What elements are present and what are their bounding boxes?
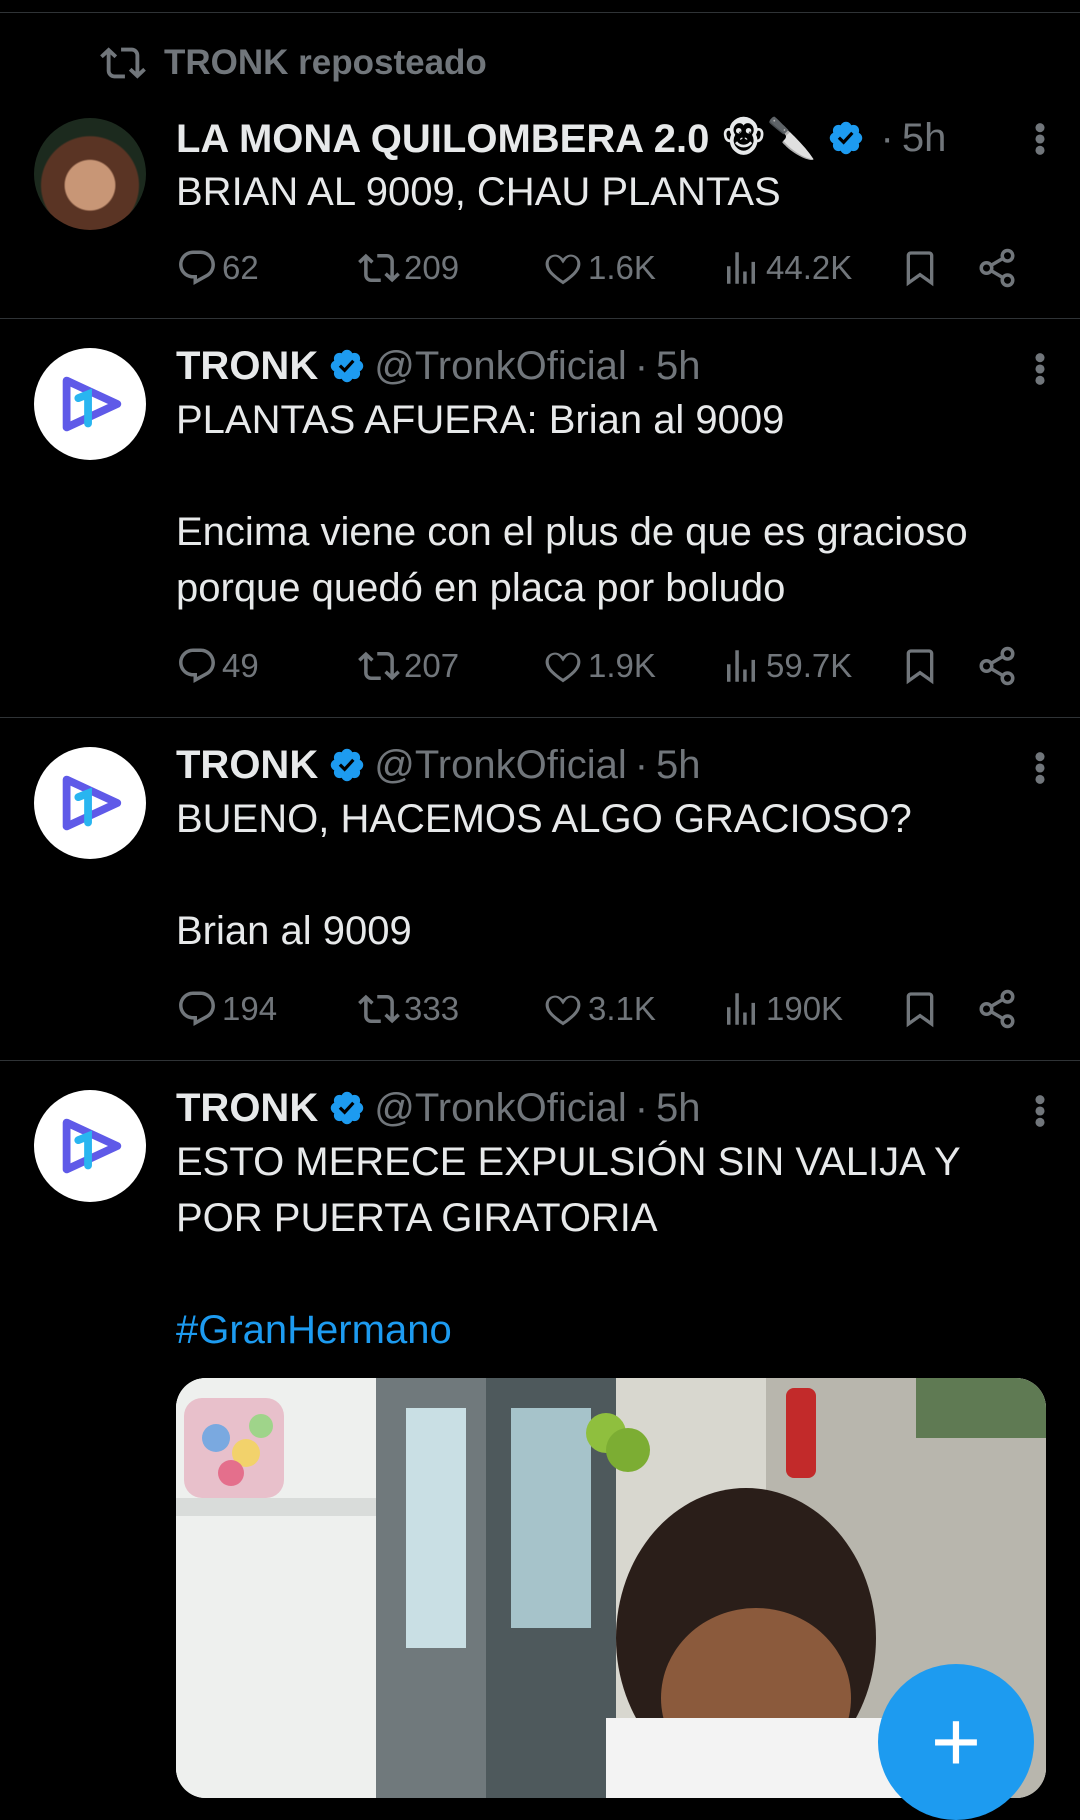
views-button[interactable]: 190K — [720, 988, 843, 1030]
avatar[interactable] — [34, 747, 146, 859]
retweet-count: 209 — [404, 249, 460, 286]
retweet-icon — [358, 994, 400, 1024]
share-icon[interactable] — [976, 988, 1018, 1030]
author-handle[interactable]: @TronkOficial — [374, 1086, 627, 1131]
author-handle[interactable]: @TronkOficial — [374, 344, 627, 389]
more-options-icon[interactable] — [1034, 352, 1046, 386]
like-count: 1.6K — [588, 249, 656, 286]
reply-button[interactable]: 62 — [176, 247, 259, 289]
timestamp[interactable]: 5h — [656, 743, 701, 788]
author-name[interactable]: LA MONA QUILOMBERA 2.0 🐵🔪 — [176, 115, 817, 162]
like-button[interactable]: 3.1K — [542, 988, 656, 1030]
verified-badge-icon — [829, 121, 862, 155]
bookmark-icon[interactable] — [900, 988, 940, 1030]
views-count: 190K — [766, 990, 844, 1027]
retweet-button[interactable]: 209 — [358, 247, 459, 289]
tweet-text: PLANTAS AFUERA: Brian al 9009 Encima vie… — [176, 398, 968, 610]
repost-label: TRONK reposteado — [164, 43, 487, 82]
author-name[interactable]: TRONK — [176, 344, 318, 389]
tweet[interactable]: TRONK @TronkOficial · 5h BUENO, HACEMOS … — [0, 717, 1080, 1061]
views-icon — [727, 650, 755, 682]
author-name[interactable]: TRONK — [176, 743, 318, 788]
heart-icon — [545, 995, 581, 1026]
timestamp[interactable]: 5h — [656, 344, 701, 389]
share-icon[interactable] — [976, 247, 1018, 289]
tronk-logo-icon — [62, 1118, 122, 1174]
reply-button[interactable]: 194 — [176, 988, 277, 1030]
plus-icon: + — [930, 1693, 982, 1790]
heart-icon — [545, 652, 581, 683]
more-options-icon[interactable] — [1034, 751, 1046, 785]
timestamp[interactable]: 5h — [656, 1086, 701, 1131]
heart-icon — [545, 254, 581, 285]
like-button[interactable]: 1.6K — [542, 247, 656, 289]
retweet-button[interactable]: 333 — [358, 988, 459, 1030]
reply-count: 49 — [222, 647, 259, 684]
retweet-count: 207 — [404, 647, 460, 684]
separator-dot: · — [634, 343, 649, 388]
retweet-icon — [358, 651, 400, 681]
author-name[interactable]: TRONK — [176, 1086, 318, 1131]
hashtag-link[interactable]: #GranHermano — [176, 1302, 1056, 1358]
reply-count: 194 — [222, 990, 278, 1027]
verified-badge-icon — [330, 748, 364, 782]
retweet-button[interactable]: 207 — [358, 645, 459, 687]
like-count: 1.9K — [588, 647, 656, 684]
tronk-logo-icon — [62, 775, 122, 831]
avatar[interactable] — [34, 348, 146, 460]
avatar[interactable] — [34, 1090, 146, 1202]
views-button[interactable]: 59.7K — [720, 645, 852, 687]
reply-icon — [179, 991, 215, 1026]
tweet[interactable]: TRONK reposteado LA MONA QUILOMBERA 2.0 … — [0, 0, 1080, 319]
avatar[interactable] — [34, 118, 146, 230]
timestamp[interactable]: 5h — [902, 116, 947, 161]
like-count: 3.1K — [588, 990, 656, 1027]
reply-icon — [179, 250, 215, 285]
tweet-text: BUENO, HACEMOS ALGO GRACIOSO? Brian al 9… — [176, 797, 912, 953]
views-icon — [727, 993, 755, 1025]
reply-button[interactable]: 49 — [176, 645, 259, 687]
separator-dot: · — [634, 742, 649, 787]
views-count: 44.2K — [766, 249, 853, 286]
views-icon — [727, 252, 755, 284]
views-count: 59.7K — [766, 647, 853, 684]
share-icon[interactable] — [976, 645, 1018, 687]
tweet-text: BRIAN AL 9009, CHAU PLANTAS — [176, 170, 781, 214]
compose-button[interactable]: + — [878, 1664, 1034, 1820]
repost-icon — [100, 47, 146, 79]
views-button[interactable]: 44.2K — [720, 247, 852, 289]
bookmark-icon[interactable] — [900, 247, 940, 289]
separator-dot: · — [880, 115, 894, 160]
verified-badge-icon — [330, 1091, 364, 1125]
author-handle[interactable]: @TronkOficial — [374, 743, 627, 788]
bookmark-icon[interactable] — [900, 645, 940, 687]
retweet-icon — [358, 253, 400, 283]
like-button[interactable]: 1.9K — [542, 645, 656, 687]
tronk-logo-icon — [62, 376, 122, 432]
more-options-icon[interactable] — [1034, 1094, 1046, 1128]
reply-count: 62 — [222, 249, 259, 286]
reply-icon — [179, 648, 215, 683]
tweet[interactable]: TRONK @TronkOficial · 5h PLANTAS AFUERA:… — [0, 318, 1080, 718]
more-options-icon[interactable] — [1034, 122, 1046, 156]
repost-indicator: TRONK reposteado — [100, 40, 487, 86]
retweet-count: 333 — [404, 990, 460, 1027]
verified-badge-icon — [330, 349, 364, 383]
separator-dot: · — [634, 1085, 649, 1130]
tweet-text: ESTO MERECE EXPULSIÓN SIN VALIJA Y POR P… — [176, 1140, 972, 1240]
